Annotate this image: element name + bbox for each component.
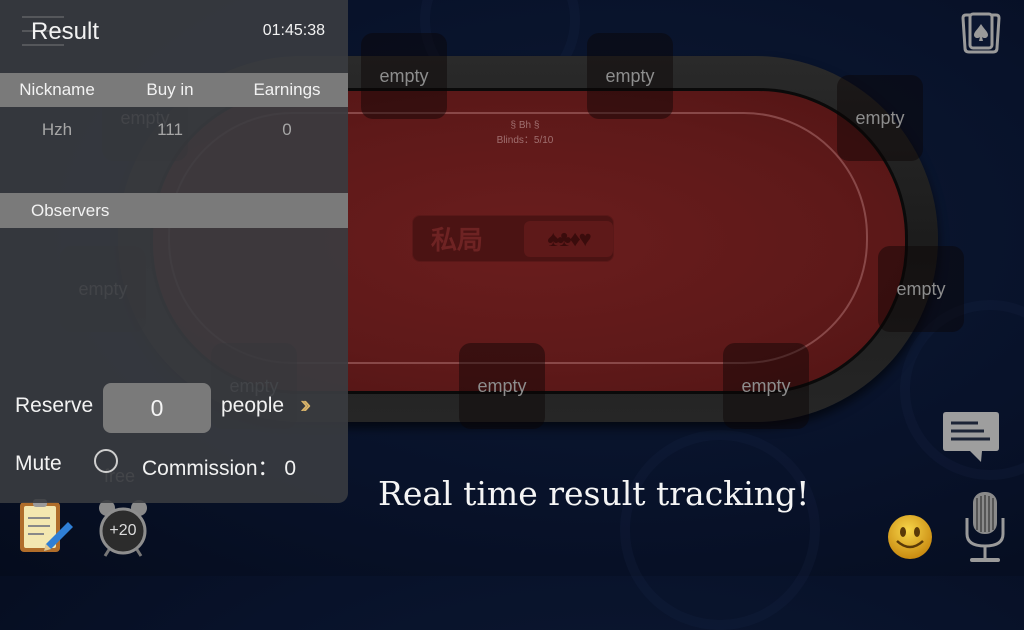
seat-6[interactable]: empty (459, 343, 545, 429)
column-buy-in: Buy in (146, 80, 194, 99)
promo-caption: Real time result tracking! (378, 474, 810, 513)
notepad-icon[interactable] (16, 496, 74, 556)
reserve-input[interactable] (103, 383, 211, 433)
suits-icon: ♠♣♦♥ (524, 220, 613, 257)
reserve-label: Reserve (15, 394, 94, 417)
logo-text: 私局 (431, 225, 484, 255)
table-row: Hzh 111 0 (0, 120, 348, 140)
row-earnings: 0 (282, 120, 292, 139)
session-timer: 01:45:38 (262, 22, 325, 39)
microphone-icon[interactable] (962, 490, 1008, 566)
seat-1[interactable]: empty (361, 33, 447, 119)
seat-4[interactable]: empty (878, 246, 964, 332)
commission-label: Commission： (142, 457, 279, 480)
mute-radio[interactable] (94, 449, 118, 473)
table-name: § Bh § (510, 120, 540, 131)
table-blinds: Blinds：5/10 (496, 135, 554, 146)
background-pattern (620, 430, 820, 630)
commission: Commission： 0 (142, 452, 296, 482)
row-buy-in: 111 (157, 120, 183, 139)
observers-label: Observers (31, 201, 110, 220)
mute-label: Mute (15, 452, 62, 475)
emoji-icon[interactable] (886, 513, 934, 561)
row-nickname: Hzh (41, 120, 73, 139)
column-nickname: Nickname (19, 80, 95, 99)
clock-bonus: +20 (109, 522, 137, 539)
panel-title: Result (31, 18, 100, 45)
chevron-right-double-icon[interactable]: ›› (300, 389, 312, 420)
card-deck-icon[interactable] (960, 12, 1002, 56)
seat-2[interactable]: empty (587, 33, 673, 119)
table-logo: 私局 ♠♣♦♥ (412, 215, 614, 262)
seat-3[interactable]: empty (837, 75, 923, 161)
commission-value: 0 (284, 457, 297, 480)
seat-5[interactable]: empty (723, 343, 809, 429)
people-label: people (221, 394, 285, 417)
observers-header: Observers (0, 193, 348, 228)
results-table-header: Nickname Buy in Earnings (0, 73, 348, 107)
chat-icon[interactable] (942, 410, 1000, 464)
column-earnings: Earnings (253, 80, 321, 99)
table-info: § Bh § Blinds：5/10 (460, 118, 590, 148)
alarm-clock-icon[interactable]: +20 (96, 496, 150, 558)
result-panel: Result 01:45:38 Nickname Buy in Earnings… (0, 0, 348, 503)
